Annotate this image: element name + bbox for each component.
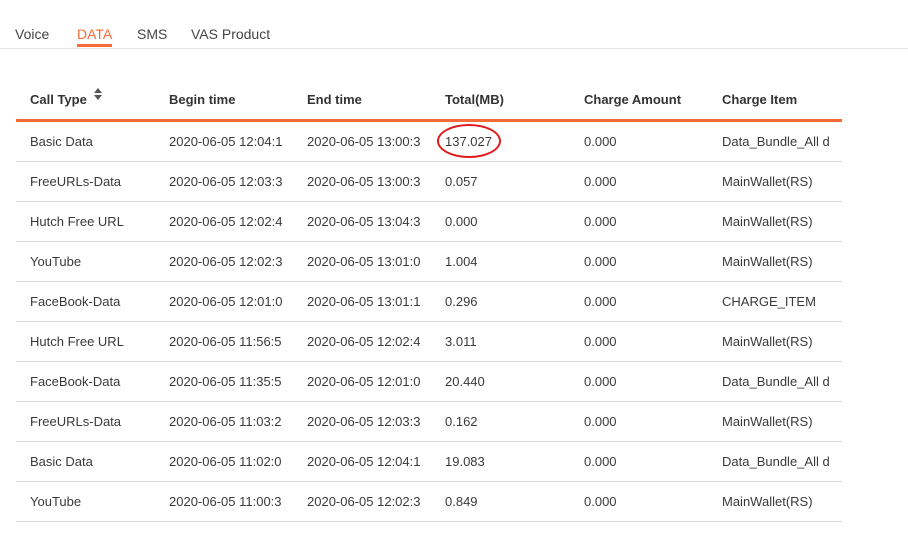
cell-end-time: 2020-06-05 13:04:3	[307, 214, 421, 229]
table-row[interactable]: Hutch Free URL 2020-06-05 12:02:4 2020-06-…	[16, 202, 842, 242]
cell-charge-item: Data_Bundle_All d	[722, 374, 830, 389]
header-charge-amount: Charge Amount	[584, 92, 682, 107]
cell-total-mb: 0.296	[445, 294, 478, 309]
cell-call-type: Hutch Free URL	[30, 214, 124, 229]
cell-total-mb: 0.162	[445, 414, 478, 429]
cell-charge-amount: 0.000	[584, 294, 617, 309]
cell-charge-amount: 0.000	[584, 254, 617, 269]
cell-total-mb: 0.849	[445, 494, 478, 509]
header-end-time: End time	[307, 92, 362, 107]
cell-end-time: 2020-06-05 12:02:3	[307, 494, 421, 509]
cell-charge-item: MainWallet(RS)	[722, 214, 813, 229]
cell-charge-item: CHARGE_ITEM	[722, 294, 816, 309]
cell-begin-time: 2020-06-05 11:35:5	[169, 374, 282, 389]
tab-data[interactable]: DATA	[77, 26, 112, 42]
cell-charge-item: Data_Bundle_All d	[722, 454, 830, 469]
sort-updown-icon[interactable]	[93, 87, 103, 101]
cell-end-time: 2020-06-05 13:00:3	[307, 134, 421, 149]
tab-vas-product[interactable]: VAS Product	[191, 26, 270, 42]
cell-call-type: Basic Data	[30, 454, 93, 469]
cell-total-mb: 0.000	[445, 214, 478, 229]
cell-total-mb: 19.083	[445, 454, 485, 469]
cell-charge-item: MainWallet(RS)	[722, 174, 813, 189]
cell-total-mb: 0.057	[445, 174, 478, 189]
cell-end-time: 2020-06-05 13:01:0	[307, 254, 421, 269]
cell-end-time: 2020-06-05 12:04:1	[307, 454, 421, 469]
cell-call-type: YouTube	[30, 254, 82, 269]
cell-charge-item: MainWallet(RS)	[722, 334, 813, 349]
cell-begin-time: 2020-06-05 12:02:3	[169, 254, 283, 269]
cell-charge-amount: 0.000	[584, 374, 617, 389]
cell-begin-time: 2020-06-05 12:01:0	[169, 294, 283, 309]
cell-end-time: 2020-06-05 13:01:1	[307, 294, 421, 309]
cell-end-time: 2020-06-05 13:00:3	[307, 174, 421, 189]
table-row[interactable]: YouTube 2020-06-05 11:00:3 2020-06-05 12:0…	[16, 482, 842, 522]
cell-charge-item: MainWallet(RS)	[722, 254, 813, 269]
table-row[interactable]: YouTube 2020-06-05 12:02:3 2020-06-05 13:0…	[16, 242, 842, 282]
cell-charge-amount: 0.000	[584, 214, 617, 229]
table-row[interactable]: FreeURLs-Data 2020-06-05 12:03:3 2020-06-0…	[16, 162, 842, 202]
tab-voice[interactable]: Voice	[15, 26, 49, 42]
cell-charge-amount: 0.000	[584, 494, 617, 509]
header-total-mb: Total(MB)	[445, 92, 504, 107]
header-call-type[interactable]: Call Type	[30, 92, 87, 107]
header-begin-time: Begin time	[169, 92, 236, 107]
cell-call-type: FaceBook-Data	[30, 374, 121, 389]
cell-charge-amount: 0.000	[584, 334, 617, 349]
table-row[interactable]: FaceBook-Data 2020-06-05 12:01:0 2020-06-0…	[16, 282, 842, 322]
cell-charge-amount: 0.000	[584, 414, 617, 429]
tab-sms[interactable]: SMS	[137, 26, 167, 42]
table-row[interactable]: Hutch Free URL 2020-06-05 11:56:5 2020-06-…	[16, 322, 842, 362]
active-tab-indicator	[77, 44, 112, 47]
cell-end-time: 2020-06-05 12:02:4	[307, 334, 421, 349]
tab-bar: Voice DATA SMS VAS Product	[0, 0, 908, 49]
table-body: Basic Data 2020-06-05 12:04:1 2020-06-05 1…	[16, 122, 842, 522]
cell-call-type: FreeURLs-Data	[30, 174, 122, 189]
cell-charge-item: Data_Bundle_All d	[722, 134, 830, 149]
cell-charge-amount: 0.000	[584, 454, 617, 469]
cell-begin-time: 2020-06-05 12:02:4	[169, 214, 283, 229]
cell-end-time: 2020-06-05 12:01:0	[307, 374, 421, 389]
header-charge-item: Charge Item	[722, 92, 798, 107]
cell-begin-time: 2020-06-05 12:03:3	[169, 174, 283, 189]
cell-begin-time: 2020-06-05 11:03:2	[169, 414, 282, 429]
cell-end-time: 2020-06-05 12:03:3	[307, 414, 421, 429]
cell-charge-item: MainWallet(RS)	[722, 414, 813, 429]
cell-begin-time: 2020-06-05 11:00:3	[169, 494, 282, 509]
cell-call-type: FreeURLs-Data	[30, 414, 122, 429]
cell-charge-item: MainWallet(RS)	[722, 494, 813, 509]
table-row[interactable]: FreeURLs-Data 2020-06-05 11:03:2 2020-06-0…	[16, 402, 842, 442]
cell-begin-time: 2020-06-05 12:04:1	[169, 134, 283, 149]
cell-call-type: FaceBook-Data	[30, 294, 121, 309]
cell-total-mb: 3.011	[445, 334, 477, 349]
cell-total-mb: 137.027	[445, 134, 492, 149]
cell-call-type: Hutch Free URL	[30, 334, 124, 349]
cell-charge-amount: 0.000	[584, 174, 617, 189]
table-row[interactable]: Basic Data 2020-06-05 11:02:0 2020-06-05 1…	[16, 442, 842, 482]
cell-call-type: Basic Data	[30, 134, 93, 149]
table-header: Call Type Begin time End time Total(MB) …	[16, 78, 842, 122]
table-row[interactable]: FaceBook-Data 2020-06-05 11:35:5 2020-06-0…	[16, 362, 842, 402]
cell-begin-time: 2020-06-05 11:56:5	[169, 334, 282, 349]
cell-total-mb: 20.440	[445, 374, 485, 389]
usage-table: Call Type Begin time End time Total(MB) …	[16, 78, 842, 522]
cell-call-type: YouTube	[30, 494, 82, 509]
table-row[interactable]: Basic Data 2020-06-05 12:04:1 2020-06-05 1…	[16, 122, 842, 162]
cell-charge-amount: 0.000	[584, 134, 617, 149]
cell-total-mb: 1.004	[445, 254, 478, 269]
cell-begin-time: 2020-06-05 11:02:0	[169, 454, 282, 469]
